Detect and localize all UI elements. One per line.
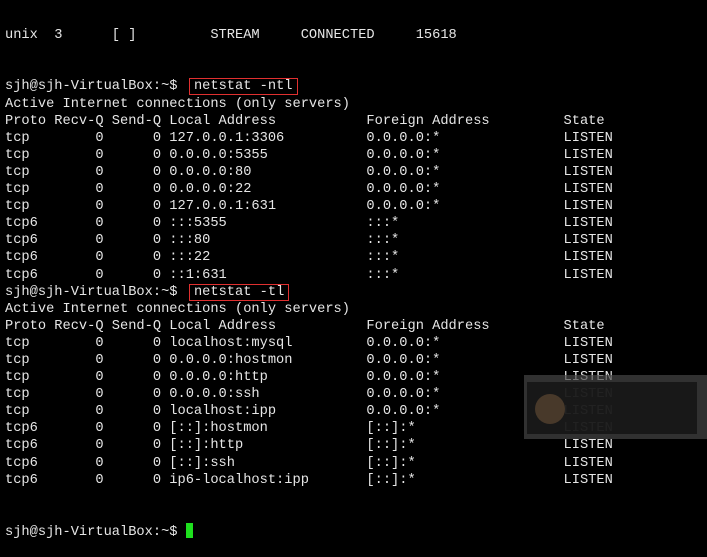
table-row: tcp 0 0 127.0.0.1:3306 0.0.0.0:* LISTEN	[5, 130, 613, 146]
table-row: tcp 0 0 localhost:mysql 0.0.0.0:* LISTEN	[5, 335, 613, 351]
final-prompt-line[interactable]: sjh@sjh-VirtualBox:~$	[5, 522, 613, 540]
table-row: tcp6 0 0 ip6-localhost:ipp [::]:* LISTEN	[5, 472, 613, 488]
table-header: Proto Recv-Q Send-Q Local Address Foreig…	[5, 113, 605, 129]
output-title: Active Internet connections (only server…	[5, 301, 350, 317]
table-header: Proto Recv-Q Send-Q Local Address Foreig…	[5, 318, 605, 334]
terminal-output[interactable]: unix 3 [ ] STREAM CONNECTED 15618 sjh@sj…	[5, 0, 613, 557]
prompt: sjh@sjh-VirtualBox:~$	[5, 79, 186, 95]
partial-output-line: unix 3 [ ] STREAM CONNECTED 15618	[5, 28, 457, 44]
table-row: tcp6 0 0 [::]:hostmon [::]:* LISTEN	[5, 421, 613, 437]
table-row: tcp 0 0 0.0.0.0:22 0.0.0.0:* LISTEN	[5, 182, 613, 198]
table-row: tcp6 0 0 ::1:631 :::* LISTEN	[5, 267, 613, 283]
table-row: tcp 0 0 0.0.0.0:ssh 0.0.0.0:* LISTEN	[5, 387, 613, 403]
command-text: netstat -ntl	[188, 78, 298, 96]
table-row: tcp 0 0 0.0.0.0:80 0.0.0.0:* LISTEN	[5, 164, 613, 180]
prompt-line[interactable]: sjh@sjh-VirtualBox:~$ netstat -tl	[5, 283, 613, 301]
table-row: tcp6 0 0 [::]:ssh [::]:* LISTEN	[5, 455, 613, 471]
table-row: tcp 0 0 0.0.0.0:http 0.0.0.0:* LISTEN	[5, 370, 613, 386]
table-row: tcp6 0 0 :::5355 :::* LISTEN	[5, 216, 613, 232]
terminal-cursor	[185, 522, 193, 538]
output-title: Active Internet connections (only server…	[5, 96, 350, 112]
table-row: tcp6 0 0 :::80 :::* LISTEN	[5, 233, 613, 249]
prompt-line[interactable]: sjh@sjh-VirtualBox:~$ netstat -ntl	[5, 78, 613, 96]
table-row: tcp 0 0 0.0.0.0:hostmon 0.0.0.0:* LISTEN	[5, 352, 613, 368]
table-row: tcp6 0 0 [::]:http [::]:* LISTEN	[5, 438, 613, 454]
prompt: sjh@sjh-VirtualBox:~$	[5, 284, 186, 300]
command-text: netstat -tl	[188, 283, 290, 301]
table-row: tcp 0 0 localhost:ipp 0.0.0.0:* LISTEN	[5, 404, 613, 420]
prompt: sjh@sjh-VirtualBox:~$	[5, 524, 186, 540]
watermark-logo-icon	[535, 394, 565, 424]
watermark-overlay	[524, 375, 707, 439]
table-row: tcp 0 0 127.0.0.1:631 0.0.0.0:* LISTEN	[5, 199, 613, 215]
table-row: tcp6 0 0 :::22 :::* LISTEN	[5, 250, 613, 266]
table-row: tcp 0 0 0.0.0.0:5355 0.0.0.0:* LISTEN	[5, 147, 613, 163]
